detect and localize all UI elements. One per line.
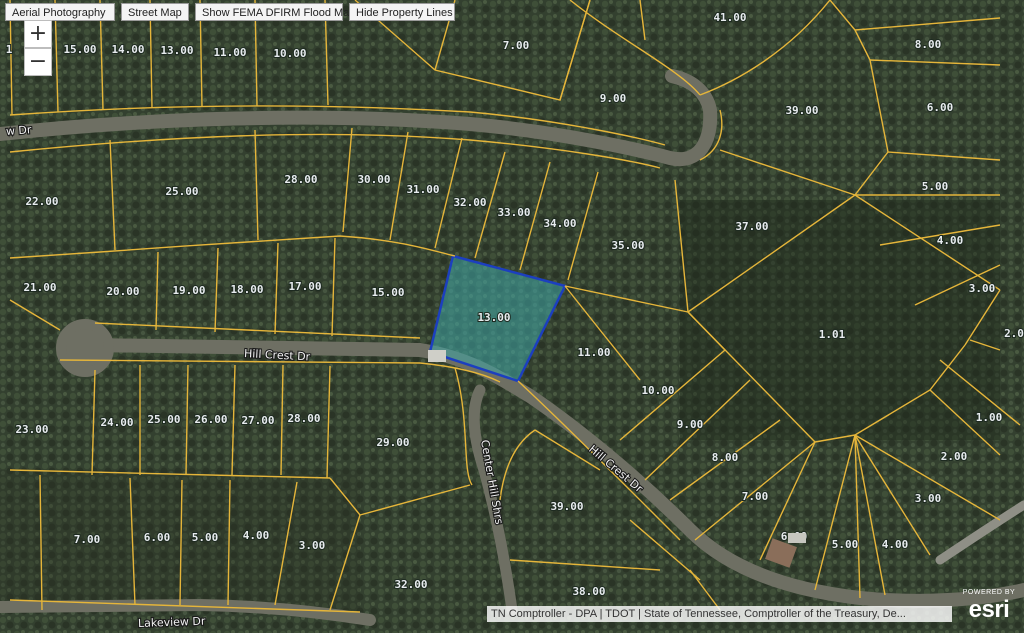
parcel-label: 32.00 [394, 578, 427, 591]
parcel-label: 19.00 [172, 284, 205, 297]
parcel-label: 27.00 [241, 414, 274, 427]
parcel-label: 29.00 [376, 436, 409, 449]
parcel-label: 15.00 [371, 286, 404, 299]
parcel-label: 1.01 [819, 328, 846, 341]
zoom-in-button[interactable]: + [24, 20, 52, 48]
parcel-label: 17.00 [288, 280, 321, 293]
parcel-label: 10.00 [641, 384, 674, 397]
parcel-label: 30.00 [357, 173, 390, 186]
parcel-label: 3.00 [299, 539, 326, 552]
map-attribution: TN Comptroller - DPA | TDOT | State of T… [487, 606, 952, 622]
parcel-label: 7.00 [74, 533, 101, 546]
parcel-label: 8.00 [915, 38, 942, 51]
parcel-label: 10.00 [273, 47, 306, 60]
parcel-label: 13.00 [477, 311, 510, 324]
parcel-label: 38.00 [572, 585, 605, 598]
parcel-label: 4.00 [882, 538, 909, 551]
fema-flood-map-button[interactable]: Show FEMA DFIRM Flood Map [195, 3, 355, 21]
hide-property-lines-button[interactable]: Hide Property Lines [349, 3, 455, 21]
parcel-label: 7.00 [742, 490, 769, 503]
parcel-label: 39.00 [550, 500, 583, 513]
parcel-label: 18.00 [230, 283, 263, 296]
parcel-label: 8.00 [712, 451, 739, 464]
cul-de-sac [56, 319, 114, 377]
parcel-label: 21.00 [23, 281, 56, 294]
parcel-label: 24.00 [100, 416, 133, 429]
parcel-label: 4.00 [243, 529, 270, 542]
parcel-label: 33.00 [497, 206, 530, 219]
aerial-photography-button[interactable]: Aerial Photography [5, 3, 115, 21]
parcel-label: 35.00 [611, 239, 644, 252]
parcel-label: 11.00 [213, 46, 246, 59]
street-map-button[interactable]: Street Map [121, 3, 189, 21]
parcel-label: 28.00 [287, 412, 320, 425]
parcel-label: 20.00 [106, 285, 139, 298]
parcel-label: 6.00 [144, 531, 171, 544]
parcel-label: 26.00 [194, 413, 227, 426]
parcel-label: 25.00 [165, 185, 198, 198]
parcel-label: 1.00 [976, 411, 1003, 424]
parcel-label: 9.00 [677, 418, 704, 431]
parcel-label: 7.00 [503, 39, 530, 52]
parcel-label: 23.00 [15, 423, 48, 436]
parcel-label: 5.00 [832, 538, 859, 551]
parcel-label: 32.00 [453, 196, 486, 209]
parcel-label: 3.00 [915, 492, 942, 505]
zoom-out-button[interactable]: − [24, 48, 52, 76]
parcel-label: 25.00 [147, 413, 180, 426]
parcel-label: 2.0 [1004, 327, 1024, 340]
parcel-label: 5.00 [192, 531, 219, 544]
parcel-label: 13.00 [160, 44, 193, 57]
parcel-label: 14.00 [111, 43, 144, 56]
aerial-map[interactable]: 1 15.00 14.00 13.00 11.00 10.00 7.00 9.0… [0, 0, 1024, 633]
parcel-label: 34.00 [543, 217, 576, 230]
parcel-label: 4.00 [937, 234, 964, 247]
parcel-label: 37.00 [735, 220, 768, 233]
parcel-label: 22.00 [25, 195, 58, 208]
parcel-label: 9.00 [600, 92, 627, 105]
parcel-label: 2.00 [941, 450, 968, 463]
parcel-label: 6.00 [927, 101, 954, 114]
parcel-label: 28.00 [284, 173, 317, 186]
road-label-lakeview: Lakeview Dr [138, 615, 206, 630]
parcel-label: 5.00 [922, 180, 949, 193]
road-label-view-dr: w Dr [6, 123, 33, 138]
esri-logo: POWERED BY esri [958, 589, 1020, 627]
parcel-label: 1 [6, 43, 13, 56]
parcel-label: 41.00 [713, 11, 746, 24]
parcel-label: 39.00 [785, 104, 818, 117]
parcel-label: 31.00 [406, 183, 439, 196]
parcel-label: 11.00 [577, 346, 610, 359]
parcel-label: 3.00 [969, 282, 996, 295]
esri-brand-text: esri [968, 596, 1010, 623]
parcel-label: 15.00 [63, 43, 96, 56]
